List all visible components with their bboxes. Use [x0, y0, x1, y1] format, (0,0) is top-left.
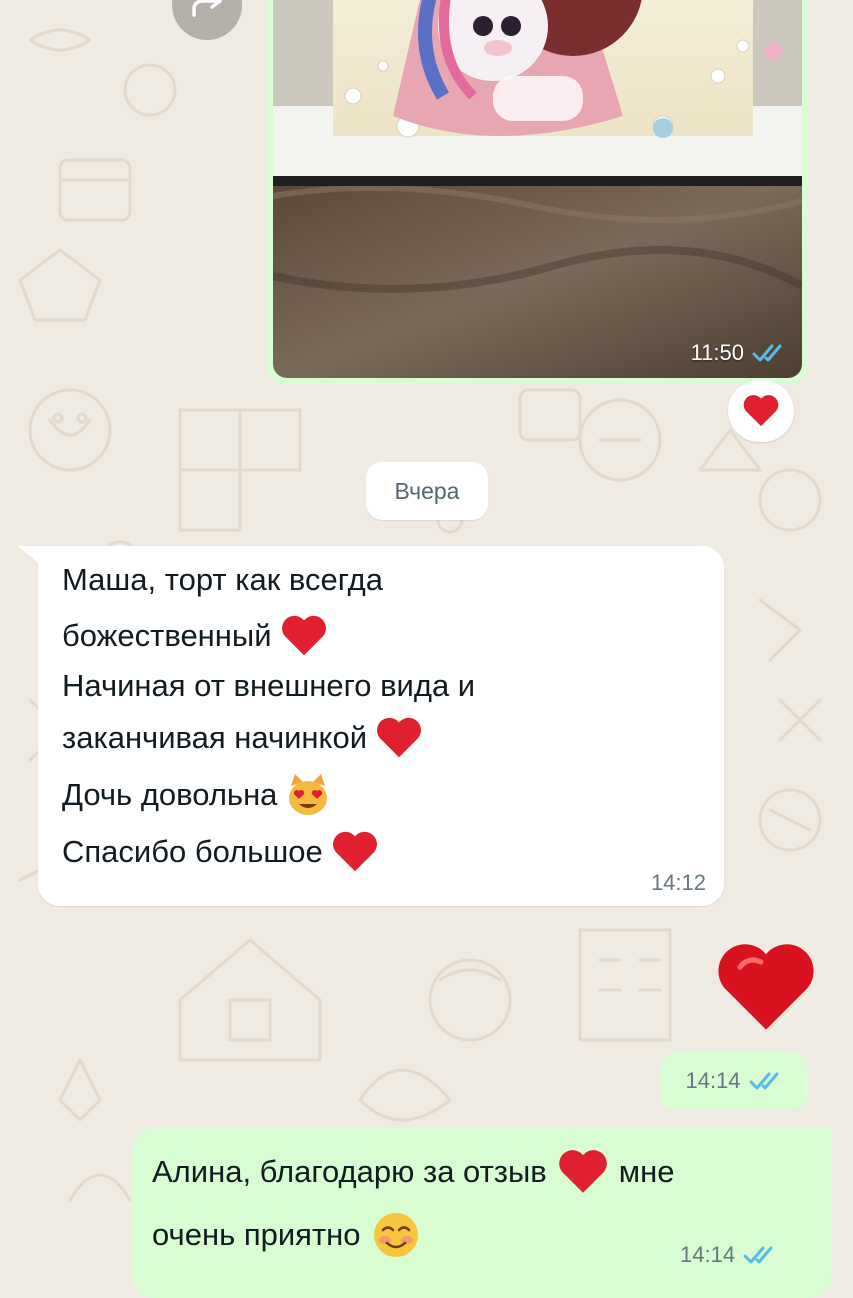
message-text: очень приятно — [152, 1217, 361, 1252]
message-line: Дочь довольна — [62, 772, 331, 818]
message-text: божественный — [62, 618, 272, 653]
message-line: очень приятно — [152, 1210, 421, 1260]
photo-message[interactable]: 11:50 — [267, 0, 808, 384]
message-text: Алина, благодарю за отзыв — [152, 1154, 547, 1189]
message-line: Алина, благодарю за отзыв мне — [152, 1148, 674, 1196]
big-heart-emoji-message[interactable] — [714, 940, 818, 1036]
message-timestamp: 14:14 — [685, 1068, 741, 1093]
heart-eyes-cat-emoji — [289, 774, 328, 815]
message-line: заканчивая начинкой — [62, 716, 423, 760]
outgoing-timestamp: 14:14 — [680, 1242, 777, 1268]
smiling-blush-emoji — [373, 1213, 418, 1257]
double-check-icon — [743, 1246, 773, 1264]
message-text: заканчивая начинкой — [62, 720, 368, 755]
message-line: Спасибо большое — [62, 830, 379, 874]
heart-emoji — [558, 1150, 607, 1193]
date-label: Вчера — [394, 477, 460, 504]
heart-emoji — [332, 831, 377, 872]
message-text: Начиная от внешнего вида и — [62, 668, 476, 703]
cake-photo[interactable]: 11:50 — [273, 0, 802, 378]
message-line: божественный — [62, 614, 328, 658]
photo-time-text: 11:50 — [690, 340, 744, 365]
message-line: Маша, торт как всегда — [62, 562, 383, 598]
cake-image — [273, 0, 802, 378]
incoming-message[interactable]: Маша, торт как всегда божественный Начин… — [38, 546, 724, 906]
heart-emoji — [743, 395, 779, 427]
outgoing-heart-timestamp: 14:14 — [660, 1052, 808, 1110]
message-timestamp: 14:14 — [680, 1242, 736, 1267]
message-text: Спасибо большое — [62, 834, 323, 869]
date-separator: Вчера — [366, 462, 488, 520]
heart-emoji — [377, 717, 421, 758]
double-check-icon — [749, 1072, 779, 1090]
double-check-icon — [752, 344, 782, 362]
message-text: Маша, торт как всегда — [62, 562, 383, 597]
heart-emoji — [281, 615, 326, 656]
heart-reaction[interactable] — [728, 380, 794, 442]
message-text: мне — [618, 1154, 675, 1189]
photo-timestamp: 11:50 — [691, 340, 786, 366]
message-line: Начиная от внешнего вида и — [62, 668, 475, 704]
message-text: Дочь довольна — [62, 777, 278, 812]
forward-icon — [192, 0, 222, 17]
outgoing-message[interactable]: Алина, благодарю за отзыв мне очень прия… — [132, 1128, 832, 1298]
message-timestamp: 14:12 — [650, 870, 706, 895]
